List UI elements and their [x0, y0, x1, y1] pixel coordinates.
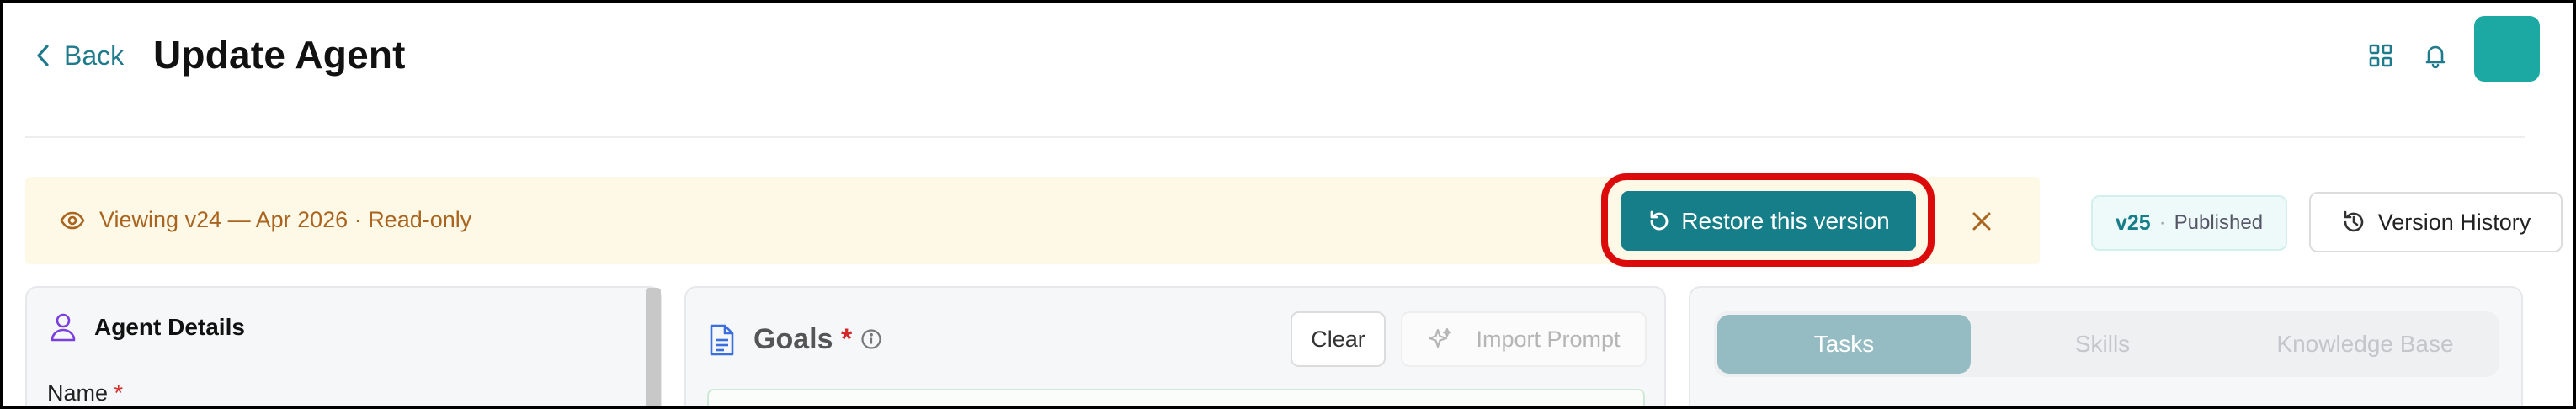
restore-version-button[interactable]: Restore this version [1621, 191, 1916, 251]
back-label: Back [64, 40, 125, 71]
goals-title: Goals * [753, 323, 853, 355]
page-title: Update Agent [153, 33, 406, 77]
close-icon[interactable] [1967, 207, 1996, 236]
required-marker: * [114, 380, 124, 406]
grid-icon[interactable] [2367, 42, 2394, 69]
restore-icon [1650, 210, 1669, 230]
goals-editor[interactable] [707, 389, 1645, 409]
clear-button[interactable]: Clear [1291, 311, 1386, 367]
tab-skills[interactable]: Skills [1976, 315, 2229, 374]
version-number: v25 [2115, 210, 2151, 235]
version-status-badge: v25 · Published [2091, 195, 2287, 251]
import-prompt-label: Import Prompt [1476, 326, 1621, 352]
back-button[interactable]: Back [34, 39, 124, 72]
import-prompt-button[interactable]: Import Prompt [1401, 311, 1647, 367]
scrollbar[interactable] [646, 288, 661, 409]
tab-tasks[interactable]: Tasks [1717, 315, 1971, 374]
document-icon [707, 323, 736, 357]
sparkle-icon [1429, 327, 1452, 348]
version-status: Published [2174, 211, 2264, 234]
required-marker: * [840, 323, 853, 355]
version-separator: · [2158, 211, 2166, 234]
tab-knowledge-base[interactable]: Knowledge Base [2234, 315, 2496, 374]
history-icon [2344, 210, 2363, 232]
agent-details-title: Agent Details [94, 314, 245, 340]
info-icon[interactable] [860, 328, 882, 350]
banner-text: Viewing v24 — Apr 2026 · Read-only [99, 207, 472, 232]
bell-icon[interactable] [2422, 42, 2449, 69]
avatar[interactable] [2474, 16, 2540, 82]
header-divider [25, 136, 2525, 138]
restore-label: Restore this version [1681, 207, 1890, 234]
version-history-button[interactable]: Version History [2309, 192, 2563, 252]
user-icon [49, 311, 77, 342]
name-field-label: Name * [47, 380, 124, 406]
version-history-label: Version History [2377, 209, 2531, 235]
chevron-left-icon [37, 45, 49, 66]
eye-icon [59, 207, 86, 234]
